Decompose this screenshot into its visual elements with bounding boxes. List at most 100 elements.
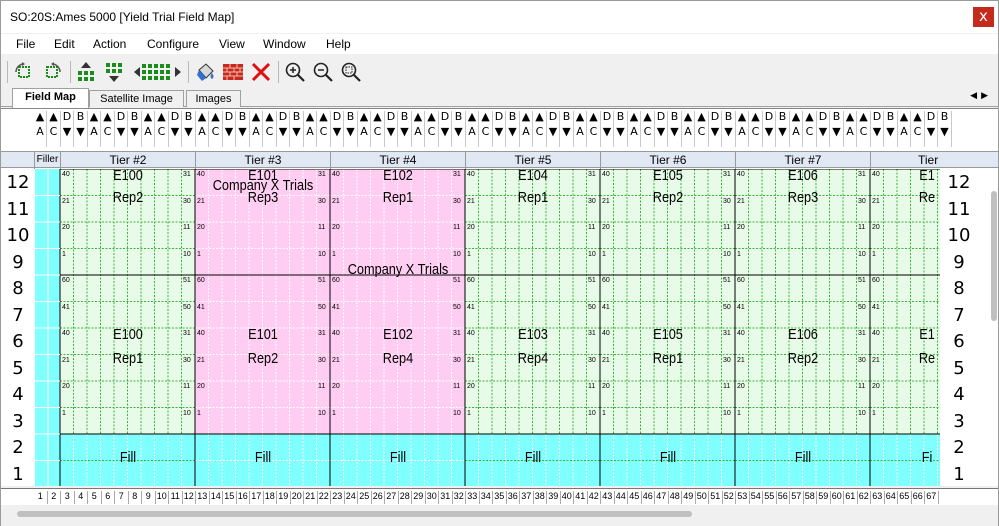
column-arrow-button[interactable]: B ▼: [561, 111, 574, 147]
column-arrow-button[interactable]: B ▼: [939, 111, 952, 147]
column-arrow-button[interactable]: B ▼: [615, 111, 628, 147]
column-arrow-button[interactable]: ▲ A: [196, 111, 209, 147]
column-arrow-button[interactable]: B ▼: [777, 111, 790, 147]
column-arrow-button[interactable]: ▲ C: [588, 111, 601, 147]
column-arrow-button[interactable]: D ▼: [493, 111, 506, 147]
column-arrow-button[interactable]: ▲ C: [102, 111, 115, 147]
column-arrow-button[interactable]: ▲ C: [912, 111, 925, 147]
column-arrow-button[interactable]: ▲ A: [466, 111, 479, 147]
close-button[interactable]: x: [973, 7, 994, 27]
column-arrow-button[interactable]: ▲ A: [358, 111, 371, 147]
column-arrow-button[interactable]: B ▼: [669, 111, 682, 147]
column-arrow-button[interactable]: D ▼: [169, 111, 182, 147]
column-arrow-button[interactable]: B ▼: [183, 111, 196, 147]
column-arrow-button[interactable]: ▲ C: [48, 111, 61, 147]
menu-edit[interactable]: Edit: [54, 37, 75, 51]
move-down-icon[interactable]: [103, 60, 127, 84]
move-up-icon[interactable]: [75, 60, 99, 84]
column-arrow-button[interactable]: ▲ A: [898, 111, 911, 147]
column-arrow-button[interactable]: ▲ C: [858, 111, 871, 147]
column-arrow-button[interactable]: ▲ A: [736, 111, 749, 147]
column-arrow-button[interactable]: D ▼: [817, 111, 830, 147]
column-arrow-button[interactable]: D ▼: [331, 111, 344, 147]
column-arrow-button[interactable]: D ▼: [223, 111, 236, 147]
column-number: 19: [277, 491, 291, 504]
column-arrow-button[interactable]: B ▼: [453, 111, 466, 147]
menu-action[interactable]: Action: [93, 37, 126, 51]
column-arrow-button[interactable]: ▲ C: [480, 111, 493, 147]
column-arrow-button[interactable]: D ▼: [655, 111, 668, 147]
column-arrow-button[interactable]: B ▼: [885, 111, 898, 147]
column-arrow-button[interactable]: ▲ A: [520, 111, 533, 147]
column-arrow-button[interactable]: ▲ C: [750, 111, 763, 147]
tab-field-map[interactable]: Field Map: [12, 88, 89, 108]
column-arrow-button[interactable]: ▲ A: [790, 111, 803, 147]
tab-scroll-arrows[interactable]: ◀▶: [970, 91, 992, 101]
zoom-out-icon[interactable]: [311, 60, 335, 84]
column-arrow-button[interactable]: ▲ C: [372, 111, 385, 147]
plot-start-number: 40: [197, 330, 205, 337]
rotate-right-icon[interactable]: [40, 60, 64, 84]
column-arrow-button[interactable]: D ▼: [277, 111, 290, 147]
menu-window[interactable]: Window: [263, 37, 306, 51]
column-arrow-button[interactable]: D ▼: [115, 111, 128, 147]
column-arrow-button[interactable]: ▲ A: [34, 111, 47, 147]
column-arrow-button[interactable]: D ▼: [61, 111, 74, 147]
column-arrow-button[interactable]: ▲ A: [574, 111, 587, 147]
column-arrow-button[interactable]: B ▼: [723, 111, 736, 147]
tab-satellite-image[interactable]: Satellite Image: [89, 90, 184, 107]
fill-bucket-icon[interactable]: [193, 60, 217, 84]
tab-images[interactable]: Images: [186, 90, 241, 107]
menu-file[interactable]: File: [16, 37, 35, 51]
column-arrow-button[interactable]: ▲ A: [250, 111, 263, 147]
column-arrow-button[interactable]: ▲ C: [210, 111, 223, 147]
column-arrow-button[interactable]: B ▼: [237, 111, 250, 147]
column-arrow-button[interactable]: ▲ A: [304, 111, 317, 147]
column-arrow-button[interactable]: D ▼: [439, 111, 452, 147]
column-arrow-button[interactable]: ▲ C: [426, 111, 439, 147]
column-arrow-button[interactable]: B ▼: [507, 111, 520, 147]
column-arrow-button[interactable]: D ▼: [547, 111, 560, 147]
chevron-right-icon[interactable]: ▶: [981, 91, 992, 101]
column-arrow-button[interactable]: D ▼: [763, 111, 776, 147]
column-arrow-button[interactable]: ▲ C: [318, 111, 331, 147]
column-arrow-button[interactable]: D ▼: [709, 111, 722, 147]
column-arrow-button[interactable]: ▲ A: [88, 111, 101, 147]
column-arrow-button[interactable]: B ▼: [129, 111, 142, 147]
column-arrow-button[interactable]: D ▼: [925, 111, 938, 147]
column-arrow-button[interactable]: B ▼: [345, 111, 358, 147]
brick-wall-icon[interactable]: [221, 60, 245, 84]
column-arrow-button[interactable]: ▲ A: [412, 111, 425, 147]
column-arrow-button[interactable]: B ▼: [291, 111, 304, 147]
column-arrow-button[interactable]: D ▼: [871, 111, 884, 147]
zoom-in-icon[interactable]: [283, 60, 307, 84]
zoom-fit-icon[interactable]: [339, 60, 363, 84]
column-arrow-button[interactable]: ▲ C: [642, 111, 655, 147]
column-arrow-button[interactable]: ▲ C: [264, 111, 277, 147]
column-arrow-button[interactable]: B ▼: [399, 111, 412, 147]
column-arrow-button[interactable]: ▲ A: [142, 111, 155, 147]
column-arrow-button[interactable]: ▲ C: [534, 111, 547, 147]
column-arrow-button[interactable]: B ▼: [831, 111, 844, 147]
column-arrow-button[interactable]: ▲ C: [804, 111, 817, 147]
column-arrow-button[interactable]: ▲ A: [682, 111, 695, 147]
fill-label: Fill: [524, 449, 541, 466]
chevron-left-icon[interactable]: ◀: [970, 91, 981, 101]
plot-start-number: 40: [872, 330, 880, 337]
column-arrow-button[interactable]: ▲ A: [844, 111, 857, 147]
vertical-scrollbar[interactable]: [991, 191, 997, 321]
column-arrow-button[interactable]: D ▼: [385, 111, 398, 147]
menu-configure[interactable]: Configure: [147, 37, 199, 51]
menu-view[interactable]: View: [219, 37, 245, 51]
move-left-right-icon[interactable]: [133, 60, 183, 84]
field-map-canvas[interactable]: ▲ A ▲ C D ▼ B ▼ ▲ A ▲ C D ▼ B ▼ ▲ A ▲ C D ▼ B ▼ ▲ A ▲ C D ▼ B ▼ ▲ A ▲ C D ▼ B ▼…: [1, 108, 998, 486]
column-arrow-button[interactable]: D ▼: [601, 111, 614, 147]
column-arrow-button[interactable]: ▲ C: [696, 111, 709, 147]
column-arrow-button[interactable]: B ▼: [75, 111, 88, 147]
column-arrow-button[interactable]: ▲ C: [156, 111, 169, 147]
column-arrow-button[interactable]: ▲ A: [628, 111, 641, 147]
menu-help[interactable]: Help: [326, 37, 351, 51]
horizontal-scrollbar[interactable]: [17, 511, 692, 517]
delete-icon[interactable]: [249, 60, 273, 84]
rotate-left-icon[interactable]: [12, 60, 36, 84]
